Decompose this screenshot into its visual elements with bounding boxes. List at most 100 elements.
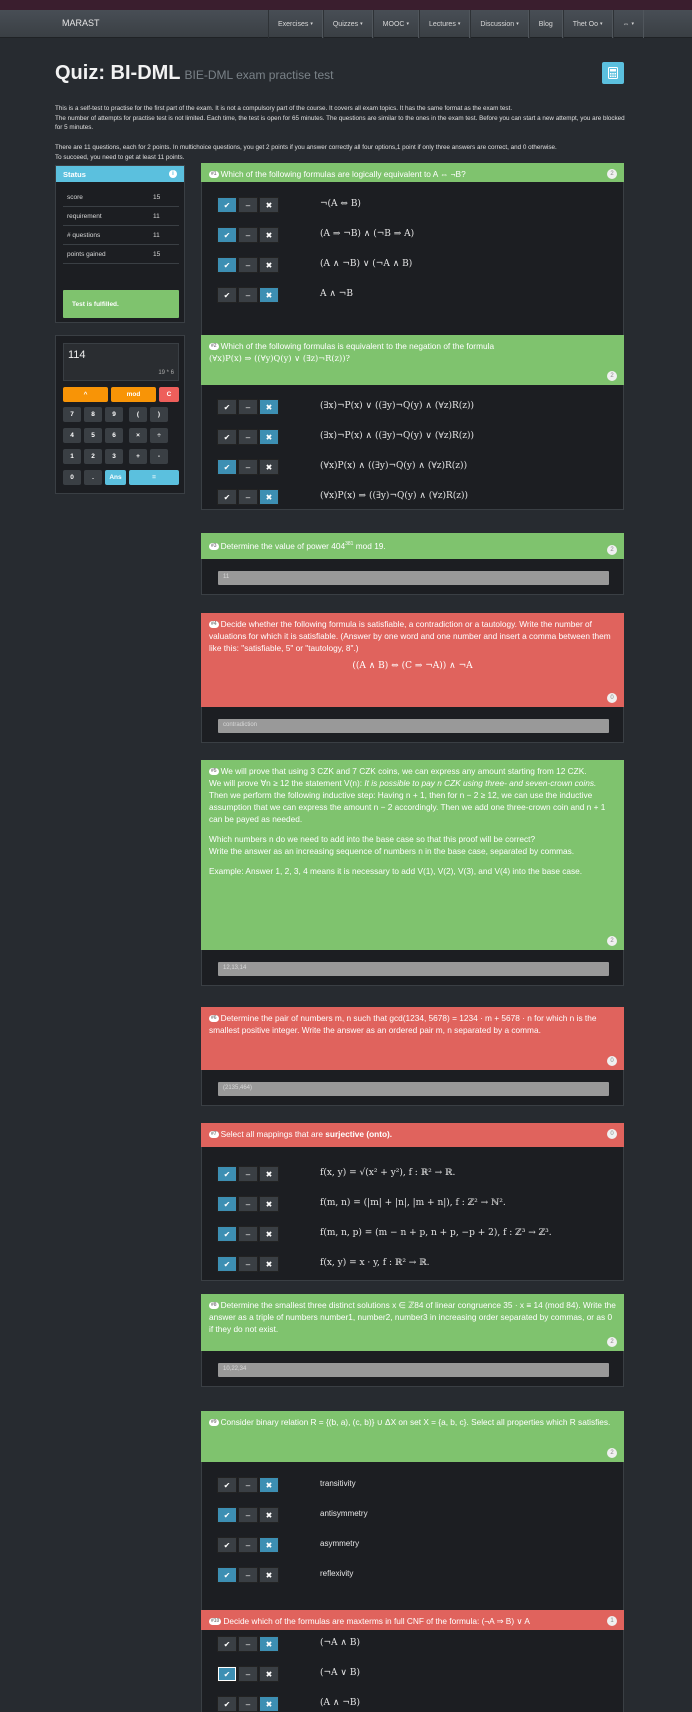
cross-button[interactable]: ✖ [259,1636,279,1652]
neutral-button[interactable]: – [238,1696,258,1712]
nav-item-thet-oo[interactable]: Thet Oo ▾ [562,10,613,38]
calc-key[interactable]: 7 [63,407,81,422]
calc-key[interactable]: ) [150,407,168,422]
calc-key[interactable]: C [159,387,179,402]
nav-item-blog[interactable]: Blog [528,10,563,38]
option-text: A ∧ ¬B [320,289,353,299]
calc-key[interactable]: 4 [63,428,81,443]
cross-button[interactable]: ✖ [259,429,279,445]
check-button[interactable]: ✔ [217,1567,237,1583]
cross-button[interactable]: ✖ [259,197,279,213]
calc-key[interactable]: ( [129,407,147,422]
option-text: f(x, y) = √(x² + y²), f : ℝ² → ℝ. [320,1168,456,1178]
check-button[interactable]: ✔ [217,1666,237,1682]
nav-item-exercises[interactable]: Exercises ▾ [268,10,323,38]
calc-key[interactable]: 9 [105,407,123,422]
cross-button[interactable]: ✖ [259,1256,279,1272]
check-button[interactable]: ✔ [217,1507,237,1523]
neutral-button[interactable]: – [238,197,258,213]
info-icon[interactable]: i [169,170,177,178]
check-button[interactable]: ✔ [217,1477,237,1493]
answer-input[interactable]: 11 [218,571,609,585]
calc-key[interactable]: ÷ [150,428,168,443]
calc-key[interactable]: - [150,449,168,464]
nav-item-quizzes[interactable]: Quizzes ▾ [322,10,373,38]
check-button[interactable]: ✔ [217,489,237,505]
neutral-button[interactable]: – [238,287,258,303]
neutral-button[interactable]: – [238,1166,258,1182]
check-button[interactable]: ✔ [217,399,237,415]
cross-button[interactable]: ✖ [259,1696,279,1712]
cross-button[interactable]: ✖ [259,227,279,243]
neutral-button[interactable]: – [238,1537,258,1553]
cross-button[interactable]: ✖ [259,257,279,273]
status-row: score 15 [63,189,179,207]
calc-key[interactable]: × [129,428,147,443]
cross-button[interactable]: ✖ [259,1166,279,1182]
calc-key[interactable]: 5 [84,428,102,443]
calc-key[interactable]: 8 [84,407,102,422]
answer-input[interactable]: 10,22,34 [218,1363,609,1377]
neutral-button[interactable]: – [238,489,258,505]
neutral-button[interactable]: – [238,1256,258,1272]
cross-button[interactable]: ✖ [259,1507,279,1523]
check-button[interactable]: ✔ [217,287,237,303]
calc-key[interactable]: + [129,449,147,464]
nav-item-language[interactable]: ⇔ ▾ [612,10,645,38]
calc-key[interactable]: mod [111,387,156,402]
option-text: reflexivity [320,1569,354,1578]
neutral-button[interactable]: – [238,1567,258,1583]
check-button[interactable]: ✔ [217,1537,237,1553]
cross-button[interactable]: ✖ [259,399,279,415]
check-button[interactable]: ✔ [217,1636,237,1652]
cross-button[interactable]: ✖ [259,459,279,475]
calc-key[interactable]: 2 [84,449,102,464]
cross-button[interactable]: ✖ [259,489,279,505]
calc-key[interactable]: = [129,470,179,485]
calc-key[interactable]: 6 [105,428,123,443]
check-button[interactable]: ✔ [217,1196,237,1212]
neutral-button[interactable]: – [238,1477,258,1493]
calc-key[interactable]: . [84,470,102,485]
check-button[interactable]: ✔ [217,1226,237,1242]
cross-button[interactable]: ✖ [259,1666,279,1682]
neutral-button[interactable]: – [238,1507,258,1523]
brand-logo[interactable]: MARAST [62,18,100,28]
cross-button[interactable]: ✖ [259,1196,279,1212]
check-button[interactable]: ✔ [217,1696,237,1712]
chevron-down-icon: ▾ [406,21,409,27]
cross-button[interactable]: ✖ [259,1537,279,1553]
neutral-button[interactable]: – [238,459,258,475]
check-button[interactable]: ✔ [217,257,237,273]
calc-key[interactable]: 3 [105,449,123,464]
check-button[interactable]: ✔ [217,227,237,243]
neutral-button[interactable]: – [238,1636,258,1652]
cross-button[interactable]: ✖ [259,1226,279,1242]
answer-input[interactable]: 12,13,14 [218,962,609,976]
check-button[interactable]: ✔ [217,1166,237,1182]
calc-key[interactable]: 1 [63,449,81,464]
answer-input[interactable]: (2135,464) [218,1082,609,1096]
cross-button[interactable]: ✖ [259,287,279,303]
answer-input[interactable]: contradiction [218,719,609,733]
neutral-button[interactable]: – [238,1666,258,1682]
check-button[interactable]: ✔ [217,459,237,475]
check-button[interactable]: ✔ [217,197,237,213]
neutral-button[interactable]: – [238,227,258,243]
neutral-button[interactable]: – [238,399,258,415]
neutral-button[interactable]: – [238,429,258,445]
check-button[interactable]: ✔ [217,1256,237,1272]
nav-item-discussion[interactable]: Discussion ▾ [470,10,529,38]
nav-item-lectures[interactable]: Lectures ▾ [418,10,471,38]
calc-key[interactable]: ^ [63,387,108,402]
nav-item-mooc[interactable]: MOOC ▾ [372,10,419,38]
calculator-toggle-button[interactable] [602,62,624,84]
calc-key[interactable]: Ans [105,470,126,485]
cross-button[interactable]: ✖ [259,1567,279,1583]
check-button[interactable]: ✔ [217,429,237,445]
neutral-button[interactable]: – [238,1196,258,1212]
cross-button[interactable]: ✖ [259,1477,279,1493]
calc-key[interactable]: 0 [63,470,81,485]
neutral-button[interactable]: – [238,1226,258,1242]
neutral-button[interactable]: – [238,257,258,273]
